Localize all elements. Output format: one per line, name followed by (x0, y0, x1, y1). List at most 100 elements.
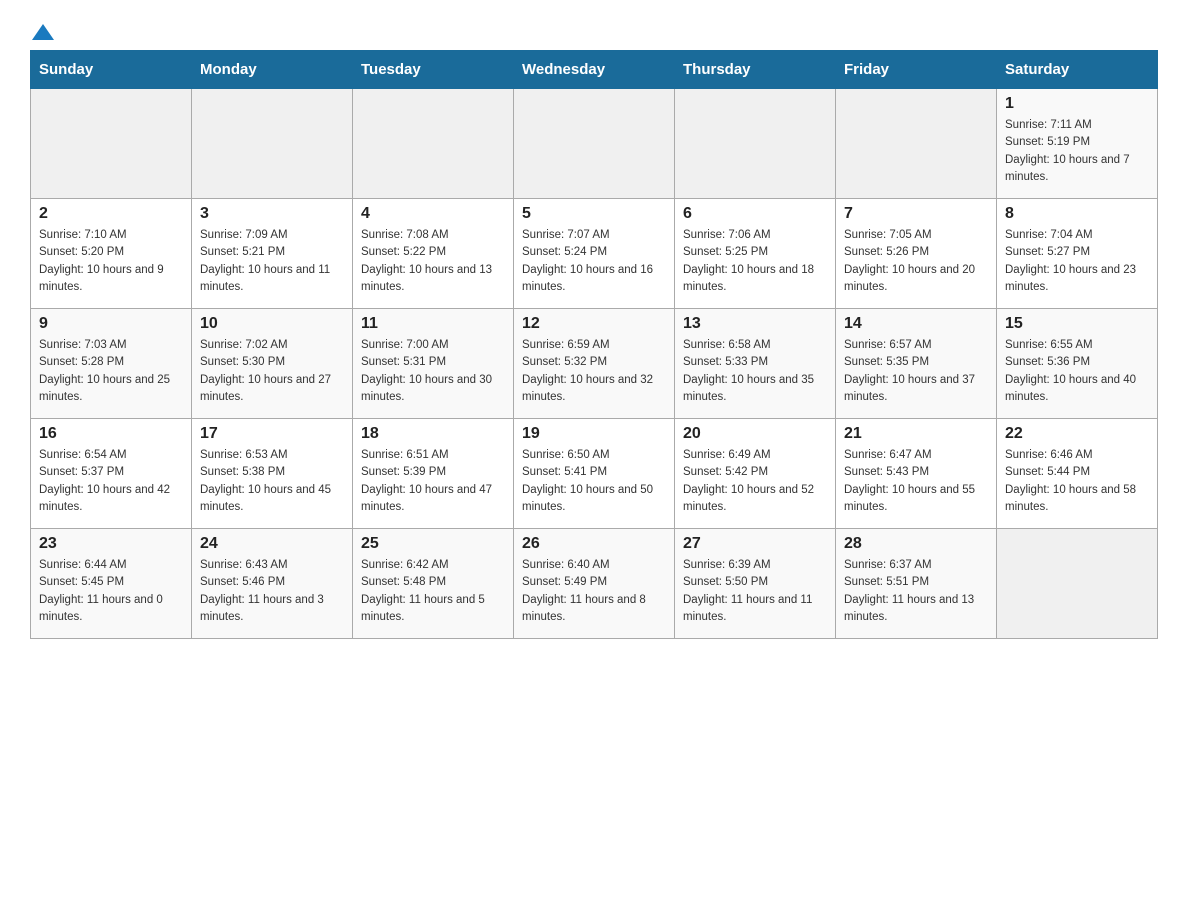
day-number: 21 (844, 425, 988, 443)
day-info: Sunrise: 6:43 AMSunset: 5:46 PMDaylight:… (200, 557, 344, 626)
day-info: Sunrise: 6:51 AMSunset: 5:39 PMDaylight:… (361, 447, 505, 516)
day-number: 27 (683, 535, 827, 553)
calendar-cell (192, 89, 353, 199)
calendar-cell: 3 Sunrise: 7:09 AMSunset: 5:21 PMDaylight… (192, 199, 353, 309)
calendar-cell: 21 Sunrise: 6:47 AMSunset: 5:43 PMDayligh… (836, 419, 997, 529)
day-info: Sunrise: 7:10 AMSunset: 5:20 PMDaylight:… (39, 227, 183, 296)
day-number: 25 (361, 535, 505, 553)
calendar-cell (353, 89, 514, 199)
day-number: 10 (200, 315, 344, 333)
calendar-cell: 5 Sunrise: 7:07 AMSunset: 5:24 PMDaylight… (514, 199, 675, 309)
calendar-cell: 9 Sunrise: 7:03 AMSunset: 5:28 PMDaylight… (31, 309, 192, 419)
day-number: 24 (200, 535, 344, 553)
header-monday: Monday (192, 51, 353, 89)
day-number: 4 (361, 205, 505, 223)
calendar-table: Sunday Monday Tuesday Wednesday Thursday… (30, 50, 1158, 639)
day-info: Sunrise: 7:09 AMSunset: 5:21 PMDaylight:… (200, 227, 344, 296)
calendar-cell: 24 Sunrise: 6:43 AMSunset: 5:46 PMDayligh… (192, 529, 353, 639)
day-info: Sunrise: 6:40 AMSunset: 5:49 PMDaylight:… (522, 557, 666, 626)
calendar-header: Sunday Monday Tuesday Wednesday Thursday… (31, 51, 1158, 89)
day-info: Sunrise: 7:02 AMSunset: 5:30 PMDaylight:… (200, 337, 344, 406)
day-info: Sunrise: 6:54 AMSunset: 5:37 PMDaylight:… (39, 447, 183, 516)
logo-triangle-icon (32, 22, 54, 44)
calendar-cell: 11 Sunrise: 7:00 AMSunset: 5:31 PMDayligh… (353, 309, 514, 419)
header-sunday: Sunday (31, 51, 192, 89)
calendar-cell: 1 Sunrise: 7:11 AMSunset: 5:19 PMDaylight… (997, 89, 1158, 199)
calendar-cell: 4 Sunrise: 7:08 AMSunset: 5:22 PMDaylight… (353, 199, 514, 309)
header-friday: Friday (836, 51, 997, 89)
day-number: 15 (1005, 315, 1149, 333)
calendar-cell: 19 Sunrise: 6:50 AMSunset: 5:41 PMDayligh… (514, 419, 675, 529)
header-saturday: Saturday (997, 51, 1158, 89)
day-info: Sunrise: 7:11 AMSunset: 5:19 PMDaylight:… (1005, 117, 1149, 186)
day-info: Sunrise: 7:07 AMSunset: 5:24 PMDaylight:… (522, 227, 666, 296)
calendar-cell: 25 Sunrise: 6:42 AMSunset: 5:48 PMDayligh… (353, 529, 514, 639)
calendar-cell: 18 Sunrise: 6:51 AMSunset: 5:39 PMDayligh… (353, 419, 514, 529)
day-info: Sunrise: 6:42 AMSunset: 5:48 PMDaylight:… (361, 557, 505, 626)
day-number: 7 (844, 205, 988, 223)
calendar-cell (997, 529, 1158, 639)
day-info: Sunrise: 7:08 AMSunset: 5:22 PMDaylight:… (361, 227, 505, 296)
day-info: Sunrise: 6:46 AMSunset: 5:44 PMDaylight:… (1005, 447, 1149, 516)
calendar-cell: 22Sunrise: 6:46 AMSunset: 5:44 PMDayligh… (997, 419, 1158, 529)
header-tuesday: Tuesday (353, 51, 514, 89)
day-info: Sunrise: 7:04 AMSunset: 5:27 PMDaylight:… (1005, 227, 1149, 296)
day-info: Sunrise: 6:59 AMSunset: 5:32 PMDaylight:… (522, 337, 666, 406)
calendar-week-1: 1 Sunrise: 7:11 AMSunset: 5:19 PMDaylight… (31, 89, 1158, 199)
calendar-cell: 7 Sunrise: 7:05 AMSunset: 5:26 PMDaylight… (836, 199, 997, 309)
header-thursday: Thursday (675, 51, 836, 89)
day-number: 18 (361, 425, 505, 443)
day-number: 9 (39, 315, 183, 333)
day-info: Sunrise: 7:05 AMSunset: 5:26 PMDaylight:… (844, 227, 988, 296)
calendar-cell: 28 Sunrise: 6:37 AMSunset: 5:51 PMDayligh… (836, 529, 997, 639)
calendar-cell: 8 Sunrise: 7:04 AMSunset: 5:27 PMDaylight… (997, 199, 1158, 309)
calendar-cell: 10 Sunrise: 7:02 AMSunset: 5:30 PMDayligh… (192, 309, 353, 419)
day-number: 14 (844, 315, 988, 333)
calendar-cell: 20 Sunrise: 6:49 AMSunset: 5:42 PMDayligh… (675, 419, 836, 529)
calendar-body: 1 Sunrise: 7:11 AMSunset: 5:19 PMDaylight… (31, 89, 1158, 639)
day-number: 11 (361, 315, 505, 333)
day-number: 3 (200, 205, 344, 223)
day-number: 28 (844, 535, 988, 553)
day-number: 16 (39, 425, 183, 443)
day-number: 26 (522, 535, 666, 553)
calendar-cell: 6Sunrise: 7:06 AMSunset: 5:25 PMDaylight… (675, 199, 836, 309)
day-number: 20 (683, 425, 827, 443)
calendar-cell: 14Sunrise: 6:57 AMSunset: 5:35 PMDayligh… (836, 309, 997, 419)
header-row: Sunday Monday Tuesday Wednesday Thursday… (31, 51, 1158, 89)
calendar-cell (31, 89, 192, 199)
page-header (30, 20, 1158, 40)
day-number: 19 (522, 425, 666, 443)
logo (30, 20, 54, 40)
day-number: 6 (683, 205, 827, 223)
day-info: Sunrise: 6:50 AMSunset: 5:41 PMDaylight:… (522, 447, 666, 516)
calendar-cell: 13 Sunrise: 6:58 AMSunset: 5:33 PMDayligh… (675, 309, 836, 419)
day-info: Sunrise: 6:37 AMSunset: 5:51 PMDaylight:… (844, 557, 988, 626)
day-info: Sunrise: 6:49 AMSunset: 5:42 PMDaylight:… (683, 447, 827, 516)
day-number: 1 (1005, 95, 1149, 113)
day-info: Sunrise: 6:44 AMSunset: 5:45 PMDaylight:… (39, 557, 183, 626)
calendar-cell: 2Sunrise: 7:10 AMSunset: 5:20 PMDaylight… (31, 199, 192, 309)
header-wednesday: Wednesday (514, 51, 675, 89)
day-number: 13 (683, 315, 827, 333)
day-number: 8 (1005, 205, 1149, 223)
day-number: 17 (200, 425, 344, 443)
calendar-cell: 17 Sunrise: 6:53 AMSunset: 5:38 PMDayligh… (192, 419, 353, 529)
calendar-cell: 12Sunrise: 6:59 AMSunset: 5:32 PMDayligh… (514, 309, 675, 419)
calendar-cell (836, 89, 997, 199)
day-info: Sunrise: 7:03 AMSunset: 5:28 PMDaylight:… (39, 337, 183, 406)
day-number: 5 (522, 205, 666, 223)
calendar-week-4: 16 Sunrise: 6:54 AMSunset: 5:37 PMDayligh… (31, 419, 1158, 529)
calendar-cell (675, 89, 836, 199)
day-info: Sunrise: 6:58 AMSunset: 5:33 PMDaylight:… (683, 337, 827, 406)
calendar-cell: 16 Sunrise: 6:54 AMSunset: 5:37 PMDayligh… (31, 419, 192, 529)
calendar-week-3: 9 Sunrise: 7:03 AMSunset: 5:28 PMDaylight… (31, 309, 1158, 419)
day-info: Sunrise: 6:39 AMSunset: 5:50 PMDaylight:… (683, 557, 827, 626)
day-info: Sunrise: 6:53 AMSunset: 5:38 PMDaylight:… (200, 447, 344, 516)
calendar-week-2: 2Sunrise: 7:10 AMSunset: 5:20 PMDaylight… (31, 199, 1158, 309)
calendar-cell: 26 Sunrise: 6:40 AMSunset: 5:49 PMDayligh… (514, 529, 675, 639)
calendar-cell: 27 Sunrise: 6:39 AMSunset: 5:50 PMDayligh… (675, 529, 836, 639)
calendar-week-5: 23Sunrise: 6:44 AMSunset: 5:45 PMDayligh… (31, 529, 1158, 639)
day-info: Sunrise: 6:47 AMSunset: 5:43 PMDaylight:… (844, 447, 988, 516)
day-info: Sunrise: 7:00 AMSunset: 5:31 PMDaylight:… (361, 337, 505, 406)
